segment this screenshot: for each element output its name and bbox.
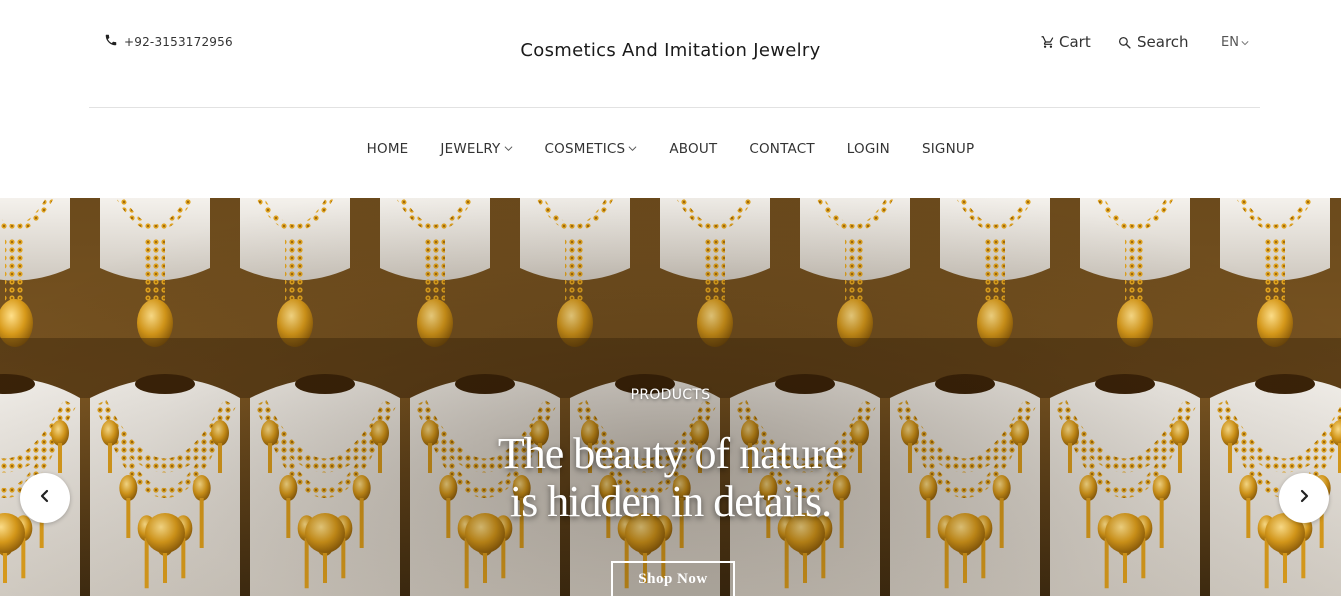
nav-item-label: COSMETICS xyxy=(544,141,626,157)
search-label: Search xyxy=(1137,33,1189,51)
nav-item-jewelry[interactable]: JEWELRY xyxy=(440,141,512,157)
main-navigation: HOME JEWELRY COSMETICS ABOUT CONTACT LOG… xyxy=(0,141,1341,157)
nav-item-cosmetics[interactable]: COSMETICS xyxy=(545,141,638,157)
chevron-left-icon xyxy=(37,488,53,509)
nav-item-label: CONTACT xyxy=(749,141,815,157)
hero-eyebrow: PRODUCTS xyxy=(630,387,711,403)
cart-icon xyxy=(1041,35,1055,49)
nav-item-login[interactable]: LOGIN xyxy=(847,141,890,157)
hero-heading-line: The beauty of nature xyxy=(497,429,844,478)
header-divider xyxy=(89,107,1260,108)
nav-item-label: LOGIN xyxy=(846,141,890,157)
nav-item-signup[interactable]: SIGNUP xyxy=(922,141,974,157)
slider-next-button[interactable] xyxy=(1279,473,1329,523)
hero-heading: The beauty of nature is hidden in detail… xyxy=(0,430,1341,526)
search-icon xyxy=(1118,36,1131,49)
chevron-down-icon xyxy=(504,141,513,157)
chevron-down-icon xyxy=(628,141,637,157)
nav-item-home[interactable]: HOME xyxy=(367,141,409,157)
nav-item-label: HOME xyxy=(366,141,409,157)
nav-item-label: JEWELRY xyxy=(440,141,501,157)
nav-item-about[interactable]: ABOUT xyxy=(669,141,717,157)
nav-item-label: SIGNUP xyxy=(921,141,975,157)
site-header: +92-3153172956 Cosmetics And Imitation J… xyxy=(0,0,1341,108)
cart-link[interactable]: Cart xyxy=(1041,33,1091,51)
chevron-down-icon xyxy=(1241,39,1249,47)
cart-label: Cart xyxy=(1059,33,1091,51)
slider-prev-button[interactable] xyxy=(20,473,70,523)
language-selector[interactable]: EN xyxy=(1221,35,1249,50)
nav-item-label: ABOUT xyxy=(669,141,718,157)
nav-item-contact[interactable]: CONTACT xyxy=(749,141,814,157)
shop-now-button[interactable]: Shop Now xyxy=(611,561,735,596)
hero-heading-line: is hidden in details. xyxy=(509,477,832,526)
hero-slider: PRODUCTS The beauty of nature is hidden … xyxy=(0,198,1341,596)
chevron-right-icon xyxy=(1296,488,1312,509)
language-label: EN xyxy=(1221,35,1239,50)
search-link[interactable]: Search xyxy=(1118,33,1189,51)
